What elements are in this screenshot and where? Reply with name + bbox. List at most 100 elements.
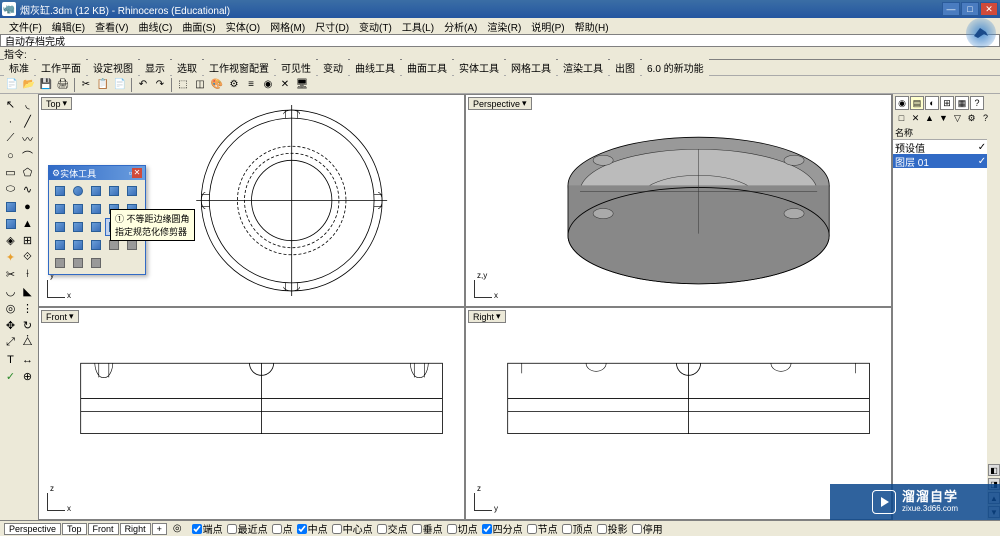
- layer-down-icon[interactable]: ▼: [937, 112, 950, 125]
- save-icon[interactable]: 💾: [38, 77, 54, 93]
- solid-pipe-icon[interactable]: [87, 200, 105, 218]
- display-icon[interactable]: 🖥: [294, 77, 310, 93]
- solid-extrude2-icon[interactable]: [69, 200, 87, 218]
- tab-transform[interactable]: 变动: [318, 59, 348, 76]
- viewport-front-label[interactable]: Front ▾: [41, 310, 79, 323]
- osnap-checkbox[interactable]: [447, 524, 457, 534]
- tab-meshtools[interactable]: 网格工具: [506, 59, 556, 76]
- osnap-item[interactable]: 点: [272, 521, 293, 536]
- menu-edit[interactable]: 编辑(E): [47, 19, 90, 34]
- mesh-icon[interactable]: ⊞: [19, 232, 36, 249]
- viewport-perspective[interactable]: Perspective ▾ z,y: [466, 95, 891, 306]
- ellipse-icon[interactable]: ⬭: [2, 181, 19, 198]
- tab-new[interactable]: 6.0 的新功能: [642, 59, 709, 76]
- osnap-item[interactable]: 交点: [377, 521, 408, 536]
- solid-wire4-icon[interactable]: [69, 254, 87, 272]
- lasso-icon[interactable]: ◟: [19, 96, 36, 113]
- viewport-top-label[interactable]: Top ▾: [41, 97, 72, 110]
- line-icon[interactable]: ╱: [19, 113, 36, 130]
- menu-surface[interactable]: 曲面(S): [177, 19, 220, 34]
- pointer-icon[interactable]: ↖: [2, 96, 19, 113]
- solid-face-icon[interactable]: [69, 236, 87, 254]
- group-icon[interactable]: ⬚: [175, 77, 191, 93]
- menu-help[interactable]: 帮助(H): [570, 19, 614, 34]
- tab-rendertools[interactable]: 渲染工具: [558, 59, 608, 76]
- solid-wire3-icon[interactable]: [51, 254, 69, 272]
- copy-icon[interactable]: 📋: [95, 77, 111, 93]
- menu-panels[interactable]: 说明(P): [526, 19, 569, 34]
- render-icon[interactable]: 🎨: [209, 77, 225, 93]
- tab-display[interactable]: 显示: [140, 59, 170, 76]
- palette-close-icon[interactable]: ✕: [132, 168, 142, 178]
- polygon-icon[interactable]: ⬠: [19, 164, 36, 181]
- osnap-item[interactable]: 中心点: [332, 521, 373, 536]
- tab-solidtools[interactable]: 实体工具: [454, 59, 504, 76]
- osnap-checkbox[interactable]: [227, 524, 237, 534]
- solid-diff-icon[interactable]: [51, 218, 69, 236]
- ungroup-icon[interactable]: ◫: [192, 77, 208, 93]
- osnap-checkbox[interactable]: [527, 524, 537, 534]
- layer-row[interactable]: 图层 01 ✓: [893, 154, 1000, 168]
- fillet-icon[interactable]: ◡: [2, 283, 19, 300]
- minimize-button[interactable]: —: [942, 2, 960, 16]
- mirror-icon[interactable]: ⧊: [19, 334, 36, 351]
- tab-standard[interactable]: 标准: [4, 59, 34, 76]
- osnap-item[interactable]: 投影: [597, 521, 628, 536]
- osnap-item[interactable]: 节点: [527, 521, 558, 536]
- cylinder-icon[interactable]: [2, 215, 19, 232]
- arc-icon[interactable]: ⌒: [19, 147, 36, 164]
- offset-icon[interactable]: ◎: [2, 300, 19, 317]
- menu-tools[interactable]: 工具(L): [397, 19, 439, 34]
- solid-torus-icon[interactable]: [123, 182, 141, 200]
- layer-tools-icon[interactable]: ⚙: [965, 112, 978, 125]
- solid-hole-icon[interactable]: [87, 236, 105, 254]
- menu-mesh[interactable]: 网格(M): [265, 19, 310, 34]
- osnap-checkbox[interactable]: [192, 524, 202, 534]
- scroll-btn[interactable]: ◧: [988, 464, 1000, 476]
- check-icon[interactable]: ✓: [2, 368, 19, 385]
- osnap-checkbox[interactable]: [377, 524, 387, 534]
- menu-solid[interactable]: 实体(O): [221, 19, 265, 34]
- status-tab-top[interactable]: Top: [62, 523, 87, 535]
- solid-wire5-icon[interactable]: [87, 254, 105, 272]
- panel-tab-layers[interactable]: ▤: [910, 96, 924, 110]
- move-icon[interactable]: ✥: [2, 317, 19, 334]
- tab-select[interactable]: 选取: [172, 59, 202, 76]
- viewport-front[interactable]: Front ▾ z x: [39, 308, 464, 519]
- tab-surftools[interactable]: 曲面工具: [402, 59, 452, 76]
- osnap-item[interactable]: 端点: [192, 521, 223, 536]
- osnap-item[interactable]: 四分点: [482, 521, 523, 536]
- osnap-checkbox[interactable]: [332, 524, 342, 534]
- tab-setview[interactable]: 设定视图: [88, 59, 138, 76]
- rotate-icon[interactable]: ↻: [19, 317, 36, 334]
- status-tab-right[interactable]: Right: [120, 523, 151, 535]
- panel-tab-properties[interactable]: ◉: [895, 96, 909, 110]
- new-icon[interactable]: 📄: [4, 77, 20, 93]
- osnap-checkbox[interactable]: [297, 524, 307, 534]
- menu-dimension[interactable]: 尺寸(D): [310, 19, 354, 34]
- polyline-icon[interactable]: ⟋: [2, 130, 19, 147]
- undo-icon[interactable]: ↶: [135, 77, 151, 93]
- rectangle-icon[interactable]: ▭: [2, 164, 19, 181]
- tab-curvetools[interactable]: 曲线工具: [350, 59, 400, 76]
- redo-icon[interactable]: ↷: [152, 77, 168, 93]
- point-icon[interactable]: ·: [2, 113, 19, 130]
- menu-render[interactable]: 渲染(R): [482, 19, 526, 34]
- layer-row[interactable]: 预设值 ✓: [893, 140, 1000, 154]
- layer-help-icon[interactable]: ?: [979, 112, 992, 125]
- sphere-icon[interactable]: ●: [19, 198, 36, 215]
- curve-icon[interactable]: 〰: [19, 130, 36, 147]
- panel-tab-camera[interactable]: ▦: [955, 96, 969, 110]
- open-icon[interactable]: 📂: [21, 77, 37, 93]
- osnap-item[interactable]: 切点: [447, 521, 478, 536]
- solid-shell-icon[interactable]: [51, 236, 69, 254]
- osnap-item[interactable]: 垂点: [412, 521, 443, 536]
- osnap-item[interactable]: 中点: [297, 521, 328, 536]
- status-tab-front[interactable]: Front: [88, 523, 119, 535]
- trim-icon[interactable]: ✂: [2, 266, 19, 283]
- split-icon[interactable]: ⟊: [19, 266, 36, 283]
- panel-tab-help[interactable]: ?: [970, 96, 984, 110]
- viewport-right-label[interactable]: Right ▾: [468, 310, 506, 323]
- layer-delete-icon[interactable]: ✕: [909, 112, 922, 125]
- circle-icon[interactable]: ○: [2, 147, 19, 164]
